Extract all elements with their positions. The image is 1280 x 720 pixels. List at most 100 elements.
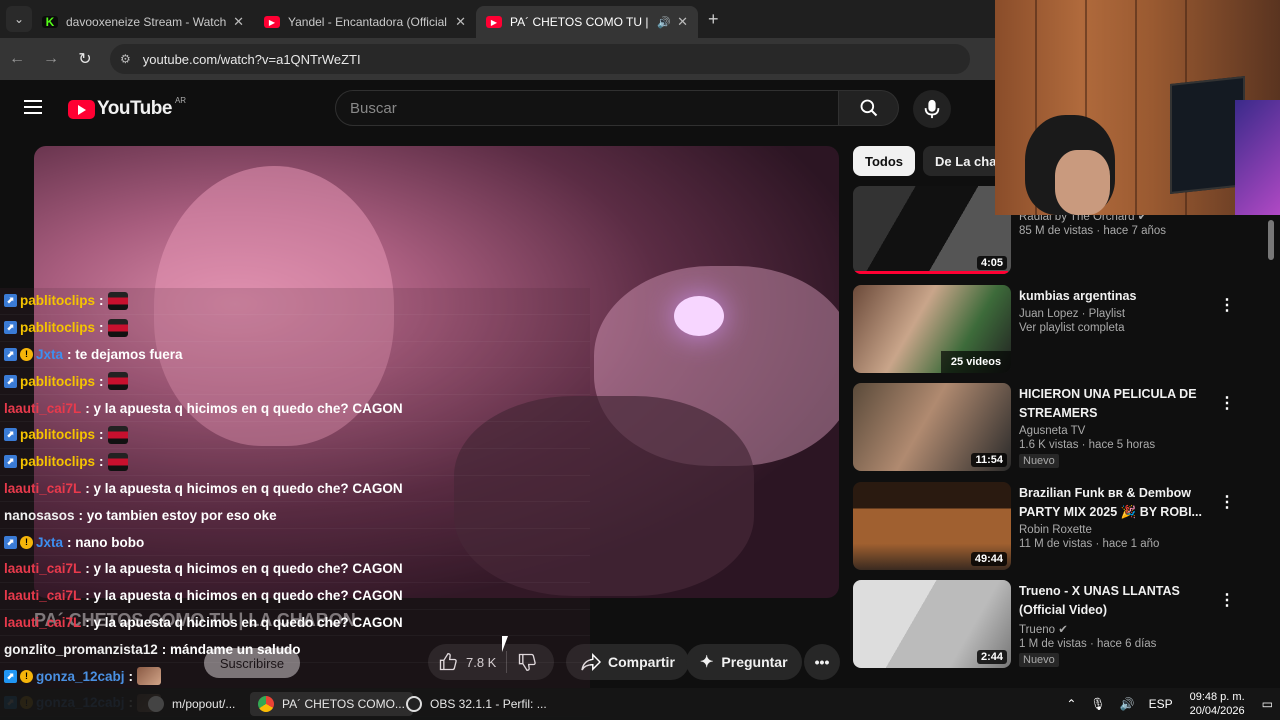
search-icon (860, 99, 877, 117)
video-title[interactable]: HICIERON UNA PELICULA DE STREAMERS (1019, 385, 1219, 423)
webcam-person-face (1055, 150, 1110, 215)
duration-badge: 2:44 (976, 650, 1007, 664)
chat-text: : (128, 668, 134, 684)
browser-tab[interactable]: ▶ Yandel - Encantadora (Official V ✕ (254, 6, 476, 38)
logo-text: YouTube (97, 98, 172, 119)
channel-name[interactable]: Agusneta TV (1019, 425, 1085, 437)
chevron-up-icon[interactable]: ⌃ (1066, 697, 1076, 711)
chat-username[interactable]: gonza_12cabj (36, 669, 125, 684)
taskbar-app-chrome[interactable]: PA´ CHETOS COMO... (250, 692, 413, 716)
youtube-logo[interactable]: YouTube AR (68, 96, 186, 120)
chat-username[interactable]: pablitoclips (20, 454, 95, 469)
channel-name[interactable]: Robin Roxette (1019, 524, 1092, 536)
chat-text: : (99, 373, 104, 389)
subscriber-badge-icon: ⬈ (4, 455, 17, 469)
search-input[interactable]: Buscar (335, 90, 839, 126)
playlist-item[interactable]: 25 videos kumbias argentinas Juan Lopez · … (853, 284, 1280, 384)
playlist-count: 25 videos (941, 350, 1011, 373)
chat-username[interactable]: pablitoclips (20, 320, 95, 335)
taskbar-app-popout[interactable]: m/popout/... (140, 692, 243, 716)
chat-username[interactable]: laauti_cai7L (4, 615, 81, 630)
browser-tab[interactable]: Kdavooxeneize Stream - Watch L ✕ (32, 6, 254, 38)
chat-message: ⬈ pablitoclips: (0, 421, 590, 449)
microphone-tray-icon[interactable]: 🎙 (1090, 697, 1105, 711)
chat-message: ⬈! Jxta: te dejamos fuera (0, 341, 590, 369)
reload-button[interactable]: ↻ (68, 49, 102, 69)
tab-list: Kdavooxeneize Stream - Watch L ✕ ▶ Yandel -… (32, 0, 698, 38)
more-options-icon[interactable]: ⋮ (1219, 393, 1235, 413)
chat-username[interactable]: laauti_cai7L (4, 588, 81, 603)
chat-username[interactable]: gonzlito_promanzista12 (4, 642, 158, 657)
chat-text: : (99, 293, 104, 309)
menu-icon[interactable] (24, 100, 42, 118)
video-thumbnail[interactable]: 4:05 (853, 186, 1011, 274)
chat-emote-icon (107, 452, 128, 471)
chat-message: laauti_cai7L: y la apuesta q hicimos en … (0, 475, 590, 503)
chat-emote-icon (107, 372, 128, 391)
chat-username[interactable]: laauti_cai7L (4, 481, 81, 496)
tab-search-button[interactable]: ⌄ (6, 6, 32, 32)
language-indicator[interactable]: ESP (1149, 697, 1173, 711)
chat-message: nanosasos: yo tambien estoy por eso oke (0, 502, 590, 530)
chat-username[interactable]: nanosasos (4, 508, 75, 523)
video-item[interactable]: 2:44 Trueno - X UNAS LLANTAS (Official Vi… (853, 580, 1280, 679)
forward-button[interactable]: → (34, 50, 68, 68)
sidebar-scrollbar[interactable] (1268, 220, 1274, 260)
filter-chip[interactable]: Todos (853, 146, 916, 176)
video-item[interactable]: 49:44 Brazilian Funk ʙʀ & Dembow PARTY MI… (853, 481, 1280, 581)
taskbar-app-label: PA´ CHETOS COMO... (282, 697, 405, 711)
chat-username[interactable]: laauti_cai7L (4, 401, 81, 416)
clock-time: 09:48 p. m. (1189, 691, 1245, 703)
search-button[interactable] (839, 90, 899, 126)
tab-audio-icon[interactable]: 🔊 (657, 16, 671, 29)
duration-badge: 49:44 (970, 551, 1007, 566)
address-bar[interactable]: ⚙ youtube.com/watch?v=a1QNTrWeZTI (110, 44, 970, 74)
video-thumbnail[interactable]: 2:44 (853, 580, 1011, 668)
new-tab-button[interactable]: + (708, 9, 719, 30)
browser-tab[interactable]: ▶ PA´ CHETOS COMO TU | LA 🔊 ✕ (476, 6, 698, 38)
chat-text: : (99, 320, 104, 336)
chat-text: : y la apuesta q hicimos en q quedo che?… (85, 400, 403, 416)
notifications-icon[interactable]: ▭ (1262, 697, 1273, 711)
channel-name[interactable]: Juan Lopez · Playlist (1019, 308, 1125, 320)
video-meta: kumbias argentinas Juan Lopez · Playlist V… (1019, 287, 1219, 334)
video-thumbnail[interactable]: 25 videos (853, 284, 1011, 373)
ask-button[interactable]: ✦ Preguntar (686, 644, 802, 680)
chat-username[interactable]: Jxta (36, 347, 63, 362)
chat-message: ⬈ pablitoclips: (0, 448, 590, 476)
chat-username[interactable]: pablitoclips (20, 293, 95, 308)
chat-username[interactable]: Jxta (36, 535, 63, 550)
youtube-header: YouTube AR Buscar (0, 80, 995, 136)
more-options-icon[interactable]: ⋮ (1219, 295, 1235, 315)
tab-close-icon[interactable]: ✕ (677, 14, 688, 30)
more-actions-button[interactable]: ••• (804, 644, 840, 680)
clock[interactable]: 09:48 p. m. 20/04/2026 (1190, 690, 1245, 718)
tab-close-icon[interactable]: ✕ (233, 14, 244, 30)
video-stats: Ver playlist completa (1019, 321, 1125, 334)
duration-badge: 11:54 (971, 453, 1007, 467)
volume-icon[interactable]: 🔊 (1120, 697, 1135, 711)
channel-name[interactable]: Trueno (1019, 624, 1055, 636)
video-thumbnail[interactable]: 49:44 (853, 481, 1011, 570)
back-button[interactable]: ← (0, 50, 34, 68)
chat-username[interactable]: pablitoclips (20, 427, 95, 442)
youtube-play-icon (68, 99, 95, 119)
more-options-icon[interactable]: ⋮ (1219, 590, 1235, 610)
chat-message: laauti_cai7L: y la apuesta q hicimos en … (0, 555, 590, 583)
chat-username[interactable]: laauti_cai7L (4, 561, 81, 576)
subscriber-badge-icon: ⬈ (4, 321, 17, 335)
voice-search-button[interactable] (913, 90, 951, 128)
more-options-icon[interactable]: ⋮ (1219, 492, 1235, 512)
channel-row: Trueno ✔ (1019, 622, 1219, 636)
video-title[interactable]: Trueno - X UNAS LLANTAS (Official Video) (1019, 582, 1219, 620)
clock-date: 20/04/2026 (1189, 705, 1245, 717)
video-frame-light (674, 296, 724, 336)
site-info-icon[interactable]: ⚙ (120, 52, 131, 66)
tab-close-icon[interactable]: ✕ (455, 14, 466, 30)
video-item[interactable]: 11:54 HICIERON UNA PELICULA DE STREAMERS A… (853, 383, 1280, 482)
video-title[interactable]: kumbias argentinas (1019, 287, 1219, 306)
video-title[interactable]: Brazilian Funk ʙʀ & Dembow PARTY MIX 202… (1019, 484, 1219, 522)
taskbar-app-obs[interactable]: OBS 32.1.1 - Perfil: ... (398, 692, 555, 716)
chat-username[interactable]: pablitoclips (20, 374, 95, 389)
video-thumbnail[interactable]: 11:54 (853, 383, 1011, 471)
